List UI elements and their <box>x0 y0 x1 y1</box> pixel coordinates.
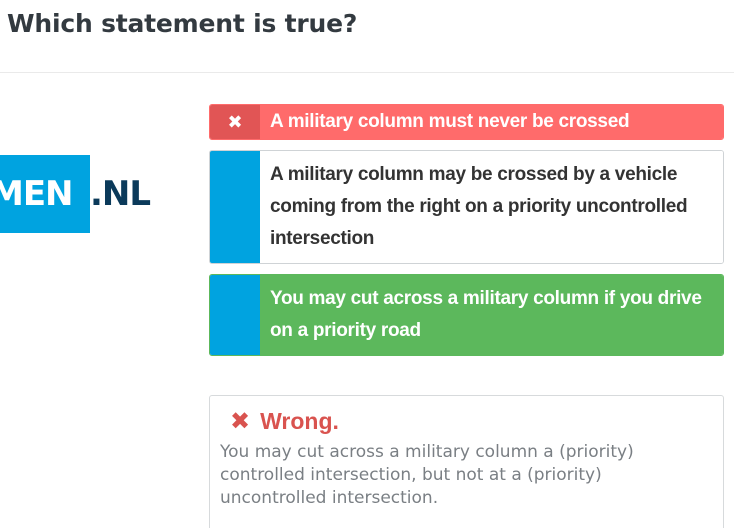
answer-option-2[interactable]: A military column may be crossed by a ve… <box>209 150 724 264</box>
feedback-header: ✖ Wrong. <box>220 408 713 435</box>
answer-text: A military column must never be crossed <box>260 105 723 139</box>
x-icon: ✖ <box>230 407 251 435</box>
answer-option-1[interactable]: ✖ A military column must never be crosse… <box>209 104 724 140</box>
answer-marker <box>210 275 260 355</box>
answer-text: A military column may be crossed by a ve… <box>260 151 723 263</box>
answer-text: You may cut across a military column if … <box>260 275 723 355</box>
site-logo: MEN .NL <box>0 155 200 233</box>
logo-right-text: .NL <box>90 174 151 214</box>
logo-left-text: MEN <box>0 175 74 213</box>
answer-list: ✖ A military column must never be crosse… <box>209 104 724 366</box>
x-icon: ✖ <box>210 105 260 139</box>
question-title: Which statement is true? <box>7 9 358 38</box>
feedback-title: Wrong. <box>260 408 339 434</box>
feedback-panel: ✖ Wrong. You may cut across a military c… <box>209 395 724 528</box>
answer-option-3[interactable]: You may cut across a military column if … <box>209 274 724 356</box>
header-divider <box>0 72 734 73</box>
quiz-page: Which statement is true? MEN .NL ✖ A mil… <box>0 0 734 528</box>
answer-marker <box>210 151 260 263</box>
feedback-explanation: You may cut across a military column a (… <box>220 442 634 508</box>
